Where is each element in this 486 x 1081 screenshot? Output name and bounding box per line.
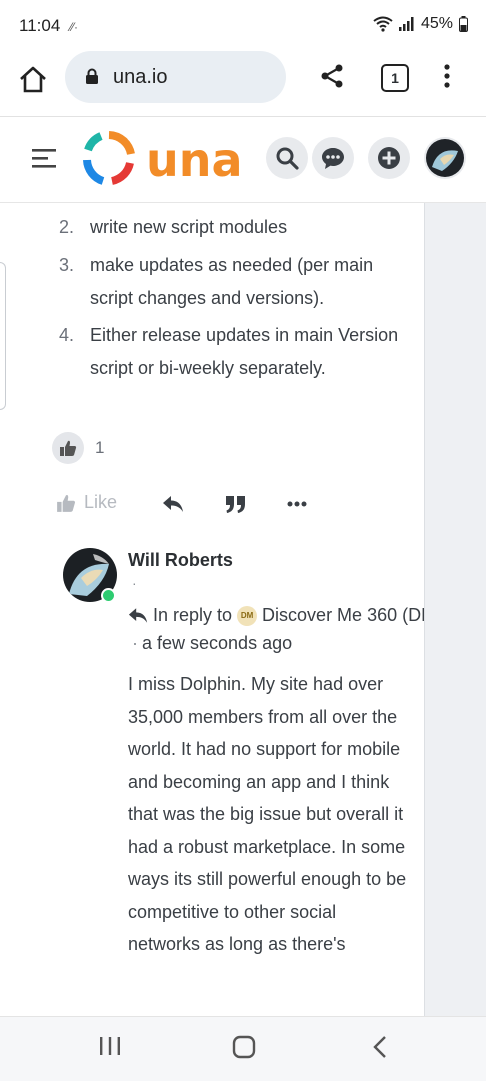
like-label: Like [84, 492, 118, 512]
more-vert-icon[interactable] [442, 63, 452, 89]
battery-percent: 45% [420, 15, 453, 32]
right-panel [424, 203, 486, 1016]
meta-separator: · [132, 633, 138, 653]
tab-switcher-button[interactable]: 1 [381, 64, 409, 92]
share-icon[interactable] [319, 63, 345, 89]
back-icon[interactable] [372, 1035, 388, 1059]
timestamp-text[interactable]: a few seconds ago [142, 633, 292, 653]
address-bar[interactable]: una.io [65, 51, 286, 103]
system-nav-bar [0, 1016, 486, 1081]
list-number: 2. [59, 217, 75, 237]
more-horiz-icon[interactable] [287, 501, 307, 507]
list-number: 4. [59, 325, 75, 345]
url-text: una.io [113, 66, 168, 88]
meta-separator: · [132, 575, 137, 591]
comment-thread: 2. write new script modules 3. make upda… [0, 203, 424, 1016]
chat-bubble-icon [322, 148, 344, 169]
avatar [426, 139, 464, 177]
search-icon [276, 147, 299, 170]
recent-apps-icon[interactable] [99, 1035, 121, 1057]
battery-icon [459, 16, 468, 32]
user-avatar-button[interactable] [424, 137, 466, 179]
home-icon[interactable] [17, 64, 49, 96]
add-content-button[interactable] [368, 137, 410, 179]
online-indicator [101, 588, 116, 603]
list-number: 3. [59, 255, 75, 275]
in-reply-label: In reply to [153, 605, 233, 625]
status-right: 45% [373, 15, 468, 33]
data-activity-icon: ⁄⁄· [70, 20, 79, 34]
status-time: 11:04 [19, 16, 61, 35]
list-text: Either release updates in main Version s… [90, 325, 399, 378]
home-nav-icon[interactable] [232, 1035, 256, 1059]
lock-icon [86, 68, 98, 84]
logo-text: una [146, 133, 243, 187]
una-logo[interactable]: una [82, 130, 257, 193]
comment-body: I miss Dolphin. My site had over 35,000 … [128, 674, 407, 954]
hamburger-menu-icon[interactable] [32, 148, 56, 168]
comment-timestamp: · a few seconds ago [132, 633, 292, 654]
list-text: write new script modules [90, 217, 288, 237]
search-button[interactable] [266, 137, 308, 179]
status-bar: 11:04 ⁄⁄· 45% [0, 0, 486, 50]
site-header: una [0, 117, 486, 203]
browser-toolbar: una.io 1 [0, 50, 486, 117]
list-text: make updates as needed (per main script … [90, 255, 374, 308]
in-reply-to: In reply to DM Discover Me 360 (DM3) [128, 605, 424, 626]
signal-icon [398, 17, 414, 31]
thumbs-up-icon [60, 440, 77, 456]
thumbs-up-icon [57, 494, 76, 512]
quote-icon[interactable] [225, 494, 247, 514]
reaction-summary-button[interactable] [52, 432, 84, 464]
reply-icon[interactable] [162, 495, 184, 513]
like-button[interactable]: Like [56, 492, 117, 513]
dm3-avatar-icon: DM [237, 605, 258, 626]
reply-icon [128, 608, 148, 623]
reaction-count: 1 [95, 438, 105, 457]
plus-circle-icon [378, 147, 400, 169]
wifi-icon [373, 16, 393, 32]
author-name[interactable]: Will Roberts [128, 550, 233, 571]
messages-button[interactable] [312, 137, 354, 179]
comment-actions: Like [56, 492, 356, 518]
in-reply-target[interactable]: Discover Me 360 (DM3) [262, 605, 424, 626]
